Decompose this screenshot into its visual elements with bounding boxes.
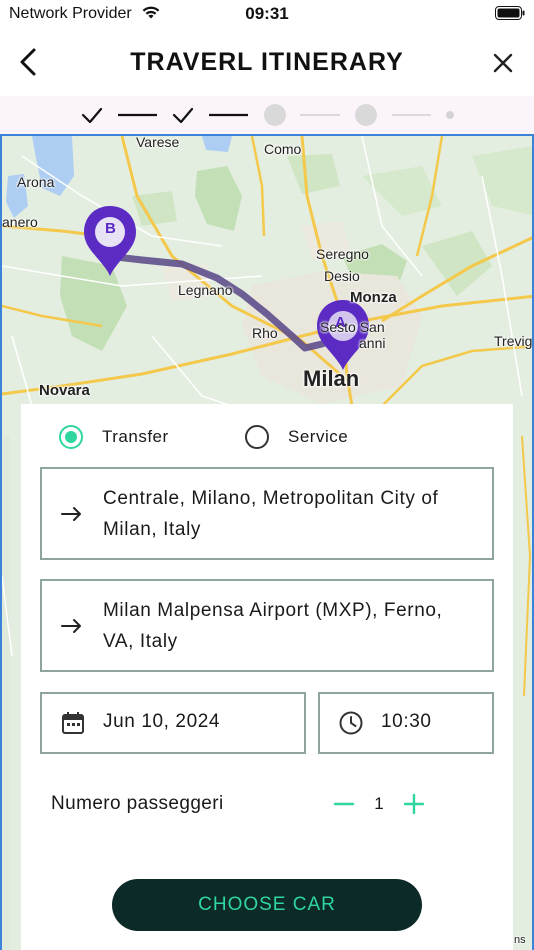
step-4-dot — [355, 104, 377, 126]
map-label-varese: Varese — [136, 134, 180, 150]
origin-field[interactable]: Centrale, Milano, Metropolitan City of M… — [40, 467, 494, 560]
step-2-check-icon — [172, 107, 194, 124]
clock-icon — [339, 711, 363, 735]
map-label-rho: Rho — [252, 325, 278, 341]
page-title: TRAVERL ITINERARY — [130, 48, 404, 76]
map-label-sesto: Sesto San — [320, 319, 385, 335]
map-label-monza: Monza — [350, 289, 397, 306]
battery-icon — [495, 6, 525, 20]
destination-field[interactable]: Milan Malpensa Airport (MXP), Ferno, VA,… — [40, 579, 494, 672]
progress-stepper — [0, 96, 534, 134]
step-3-dot — [264, 104, 286, 126]
map-attribution: ns — [514, 934, 526, 946]
radio-transfer-label: Transfer — [102, 427, 169, 446]
origin-address: Centrale, Milano, Metropolitan City of M… — [103, 488, 439, 540]
radio-transfer[interactable]: Transfer — [59, 424, 219, 450]
marker-a-label: A — [335, 314, 346, 331]
radio-unselected-icon — [245, 425, 269, 449]
passengers-decrement-button[interactable] — [333, 792, 355, 816]
time-field[interactable]: 10:30 — [318, 692, 494, 754]
calendar-icon — [62, 712, 84, 734]
map-label-trevig: Trevig — [494, 333, 533, 349]
date-field[interactable]: Jun 10, 2024 — [40, 692, 306, 754]
map-label-milan: Milan — [303, 366, 360, 391]
map-label-anero: anero — [2, 214, 38, 230]
step-5-dot — [446, 111, 454, 119]
step-1-check-icon — [81, 107, 103, 124]
close-button[interactable] — [488, 48, 518, 78]
close-icon — [493, 53, 513, 73]
map-label-anni: anni — [359, 335, 386, 351]
passengers-count: 1 — [374, 794, 384, 813]
passengers-label: Numero passeggeri — [51, 793, 224, 814]
arrow-right-icon — [61, 506, 81, 521]
radio-service[interactable]: Service — [245, 424, 395, 450]
choose-car-button[interactable]: CHOOSE CAR — [112, 879, 422, 931]
radio-service-label: Service — [288, 427, 349, 446]
map-label-legnano: Legnano — [178, 282, 233, 298]
nav-bar: TRAVERL ITINERARY — [0, 28, 534, 96]
clock: 09:31 — [245, 4, 289, 23]
booking-form-panel: Transfer Service Centrale, Milano, Metro… — [21, 404, 513, 950]
arrow-right-icon — [61, 618, 81, 633]
map-label-seregno: Seregno — [316, 246, 369, 262]
radio-selected-icon — [59, 425, 83, 449]
date-value: Jun 10, 2024 — [103, 711, 221, 732]
plus-icon — [403, 793, 425, 815]
map-label-novara: Novara — [39, 382, 90, 399]
map-label-como: Como — [264, 141, 302, 157]
status-bar: Network Provider 09:31 — [0, 0, 534, 28]
map-label-desio: Desio — [324, 268, 360, 284]
minus-icon — [333, 802, 355, 806]
marker-b-label: B — [105, 220, 116, 237]
passengers-increment-button[interactable] — [403, 792, 425, 816]
destination-address: Milan Malpensa Airport (MXP), Ferno, VA,… — [103, 600, 443, 652]
time-value: 10:30 — [381, 711, 432, 732]
map-label-arona: Arona — [17, 174, 55, 190]
